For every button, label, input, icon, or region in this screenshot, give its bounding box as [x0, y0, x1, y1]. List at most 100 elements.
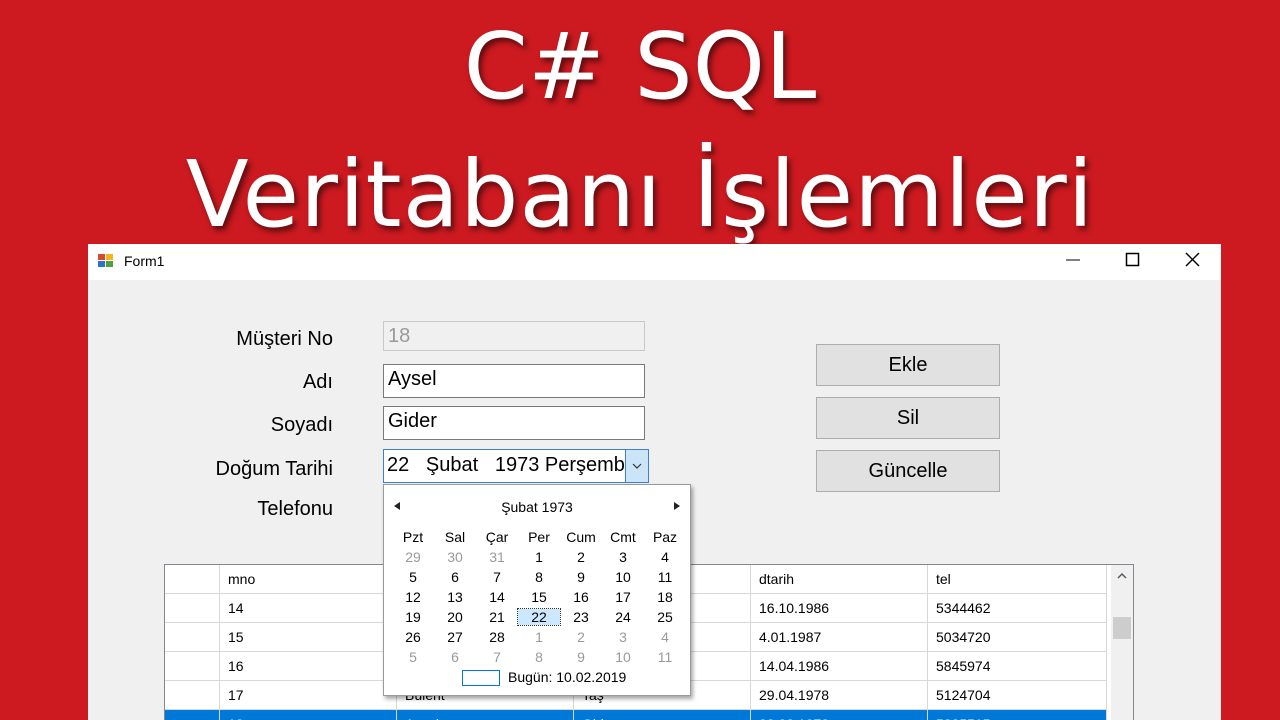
musteri-no-field[interactable]: 18 — [383, 321, 645, 351]
date-dropdown-button[interactable] — [625, 450, 648, 482]
dogum-tarihi-picker[interactable]: 22 Şubat 1973 Perşembe — [383, 449, 649, 483]
sil-button[interactable]: Sil — [816, 397, 1000, 439]
calendar-day[interactable]: 18 — [644, 589, 686, 605]
calendar-day[interactable]: 10 — [602, 649, 644, 665]
minimize-button[interactable] — [1050, 244, 1096, 276]
cell-dtarih[interactable]: 14.04.1986 — [750, 651, 928, 681]
chevron-down-icon — [632, 463, 642, 469]
calendar-day[interactable]: 30 — [434, 549, 476, 565]
calendar-month-header[interactable]: Şubat 1973 — [384, 499, 690, 515]
calendar-day[interactable]: 4 — [644, 629, 686, 645]
calendar-day[interactable]: 10 — [602, 569, 644, 585]
calendar-day[interactable]: 31 — [476, 549, 518, 565]
cell-mno[interactable]: 14 — [219, 593, 397, 623]
cell-dtarih[interactable]: 22.02.1973 — [750, 709, 928, 720]
app-icon — [98, 254, 113, 267]
calendar-day[interactable]: 7 — [476, 569, 518, 585]
maximize-button[interactable] — [1110, 244, 1156, 276]
calendar-day-selected[interactable]: 22 — [517, 608, 561, 626]
cell-dtarih[interactable]: 16.10.1986 — [750, 593, 928, 623]
calendar-day[interactable]: 8 — [518, 569, 560, 585]
cell-mno[interactable]: 15 — [219, 622, 397, 652]
calendar-day[interactable]: 26 — [392, 629, 434, 645]
next-month-icon[interactable] — [674, 502, 680, 510]
row-header[interactable] — [165, 651, 220, 681]
close-button[interactable] — [1170, 244, 1216, 276]
dogum-tarihi-value: 22 Şubat 1973 Perşembe — [387, 454, 625, 476]
calendar-day[interactable]: 16 — [560, 589, 602, 605]
calendar-day[interactable]: 9 — [560, 569, 602, 585]
column-header-mno[interactable]: mno — [219, 565, 397, 594]
cell-soyad[interactable]: Gider — [573, 709, 751, 720]
calendar-day[interactable]: 3 — [602, 549, 644, 565]
cell-tel[interactable]: 5124704 — [927, 680, 1107, 710]
calendar-day[interactable]: 1 — [518, 549, 560, 565]
cell-tel[interactable]: 5034720 — [927, 622, 1107, 652]
calendar-day[interactable]: 25 — [644, 609, 686, 625]
row-header[interactable] — [165, 709, 220, 720]
row-header[interactable] — [165, 680, 220, 710]
calendar-day[interactable]: 14 — [476, 589, 518, 605]
calendar-day[interactable]: 6 — [434, 569, 476, 585]
grid-vertical-scrollbar[interactable] — [1111, 565, 1133, 720]
dogum-tarihi-label: Doğum Tarihi — [215, 458, 333, 480]
cell-dtarih[interactable]: 4.01.1987 — [750, 622, 928, 652]
minimize-icon — [1066, 259, 1080, 261]
soyadi-field[interactable]: Gider — [383, 406, 645, 440]
weekday-label: Cum — [566, 529, 596, 545]
calendar-day[interactable]: 13 — [434, 589, 476, 605]
cell-ad[interactable]: Aysel — [396, 709, 574, 720]
weekday-label: Per — [528, 529, 550, 545]
calendar-day[interactable]: 3 — [602, 629, 644, 645]
calendar-day[interactable]: 17 — [602, 589, 644, 605]
month-calendar-popup[interactable]: Şubat 1973 Pzt Sal Çar Per Cum Cmt Paz 29 30 31 1… — [383, 484, 691, 696]
calendar-day[interactable]: 9 — [560, 649, 602, 665]
calendar-today-footer[interactable]: Bugün: 10.02.2019 — [462, 669, 626, 687]
calendar-day[interactable]: 6 — [434, 649, 476, 665]
calendar-today-text[interactable]: Bugün: 10.02.2019 — [508, 669, 626, 685]
calendar-day[interactable]: 11 — [644, 649, 686, 665]
calendar-day[interactable]: 7 — [476, 649, 518, 665]
calendar-day[interactable]: 5 — [392, 649, 434, 665]
guncelle-button[interactable]: Güncelle — [816, 450, 1000, 492]
ekle-button[interactable]: Ekle — [816, 344, 1000, 386]
calendar-day[interactable]: 23 — [560, 609, 602, 625]
adi-field[interactable]: Aysel — [383, 364, 645, 398]
calendar-day[interactable]: 27 — [434, 629, 476, 645]
calendar-day[interactable]: 1 — [518, 629, 560, 645]
calendar-day[interactable]: 11 — [644, 569, 686, 585]
soyadi-label: Soyadı — [270, 414, 333, 436]
cell-tel[interactable]: 5845974 — [927, 651, 1107, 681]
cell-mno[interactable]: 17 — [219, 680, 397, 710]
calendar-day[interactable]: 2 — [560, 549, 602, 565]
table-row-selected[interactable]: 18 Aysel Gider 22.02.1973 5335515 — [165, 709, 1107, 720]
cell-tel[interactable]: 5335515 — [927, 709, 1107, 720]
calendar-day[interactable]: 28 — [476, 629, 518, 645]
cell-tel[interactable]: 5344462 — [927, 593, 1107, 623]
calendar-day[interactable]: 20 — [434, 609, 476, 625]
title-bar[interactable]: Form1 — [88, 244, 1221, 280]
banner-title-line2: Veritabanı İşlemleri — [185, 141, 1095, 248]
chevron-up-icon[interactable] — [1117, 573, 1127, 579]
cell-dtarih[interactable]: 29.04.1978 — [750, 680, 928, 710]
calendar-day[interactable]: 21 — [476, 609, 518, 625]
calendar-day[interactable]: 12 — [392, 589, 434, 605]
calendar-day[interactable]: 5 — [392, 569, 434, 585]
cell-mno[interactable]: 16 — [219, 651, 397, 681]
scrollbar-thumb[interactable] — [1113, 617, 1131, 639]
telefon-label: Telefonu — [257, 498, 333, 520]
row-header[interactable] — [165, 593, 220, 623]
calendar-day[interactable]: 29 — [392, 549, 434, 565]
cell-mno[interactable]: 18 — [219, 709, 397, 720]
calendar-day[interactable]: 8 — [518, 649, 560, 665]
calendar-day[interactable]: 15 — [518, 589, 560, 605]
calendar-day[interactable]: 4 — [644, 549, 686, 565]
column-header-tel[interactable]: tel — [927, 565, 1107, 594]
calendar-day[interactable]: 19 — [392, 609, 434, 625]
weekday-label: Cmt — [610, 529, 636, 545]
column-header-dtarih[interactable]: dtarih — [750, 565, 928, 594]
close-icon — [1185, 252, 1200, 267]
calendar-day[interactable]: 2 — [560, 629, 602, 645]
row-header[interactable] — [165, 622, 220, 652]
calendar-day[interactable]: 24 — [602, 609, 644, 625]
